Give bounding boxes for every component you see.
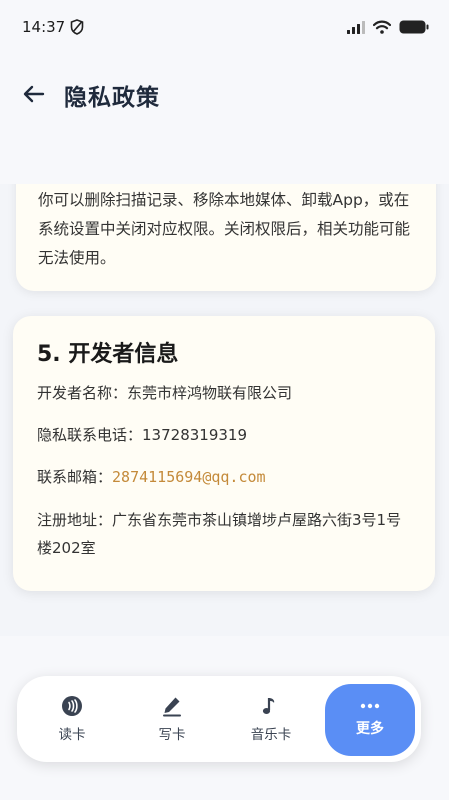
- battery-icon: [399, 20, 429, 34]
- developer-name-label: 开发者名称：: [37, 384, 128, 402]
- signal-icon: [347, 20, 365, 34]
- registered-address-line: 注册地址：广东省东莞市茶山镇增埗卢屋路六街3号1号楼202室: [37, 506, 413, 562]
- privacy-phone-value: 13728319319: [142, 426, 247, 444]
- bottom-nav: 读卡 写卡 音乐卡 更多: [17, 676, 421, 762]
- pencil-write-icon: [163, 697, 181, 717]
- registered-address-label: 注册地址：: [37, 511, 113, 529]
- more-dots-icon: [360, 703, 380, 709]
- nav-item-more[interactable]: 更多: [325, 684, 415, 756]
- status-icons: [347, 20, 429, 34]
- permissions-text: 你可以删除扫描记录、移除本地媒体、卸载App，或在系统设置中关闭对应权限。关闭权…: [38, 191, 411, 267]
- privacy-phone-line: 隐私联系电话：13728319319: [37, 422, 413, 448]
- permissions-card: 你可以删除扫描记录、移除本地媒体、卸载App，或在系统设置中关闭对应权限。关闭权…: [16, 184, 436, 291]
- nav-label-more: 更多: [356, 721, 384, 737]
- back-button[interactable]: [20, 80, 48, 108]
- nav-item-read-card[interactable]: 读卡: [27, 676, 117, 762]
- contact-email-label: 联系邮箱：: [37, 468, 113, 486]
- content-scroll-area[interactable]: 你可以删除扫描记录、移除本地媒体、卸载App，或在系统设置中关闭对应权限。关闭权…: [0, 184, 449, 636]
- app-header: [0, 56, 449, 184]
- nav-item-music-card[interactable]: 音乐卡: [226, 676, 316, 762]
- nfc-read-icon: [62, 696, 82, 716]
- music-note-icon: [262, 698, 275, 714]
- privacy-phone-label: 隐私联系电话：: [37, 426, 143, 444]
- status-bar: 14:37: [0, 0, 449, 56]
- status-time: 14:37: [22, 18, 66, 36]
- nav-label-read-card: 读卡: [58, 727, 86, 743]
- nav-label-write-card: 写卡: [158, 727, 186, 743]
- shield-icon: [70, 19, 84, 35]
- page-title: 隐私政策: [64, 85, 160, 111]
- developer-info-card: 5. 开发者信息 开发者名称：东莞市梓鸿物联有限公司 隐私联系电话：137283…: [13, 316, 435, 591]
- nav-item-write-card[interactable]: 写卡: [127, 676, 217, 762]
- developer-name-line: 开发者名称：东莞市梓鸿物联有限公司: [37, 380, 413, 406]
- developer-name-value: 东莞市梓鸿物联有限公司: [127, 384, 293, 402]
- arrow-left-icon: [23, 85, 45, 103]
- nav-label-music-card: 音乐卡: [250, 727, 292, 743]
- wifi-icon: [373, 20, 391, 34]
- developer-info-heading: 5. 开发者信息: [37, 342, 179, 367]
- contact-email-line: 联系邮箱：2874115694@qq.com: [37, 464, 413, 490]
- contact-email-link[interactable]: 2874115694@qq.com: [112, 468, 266, 486]
